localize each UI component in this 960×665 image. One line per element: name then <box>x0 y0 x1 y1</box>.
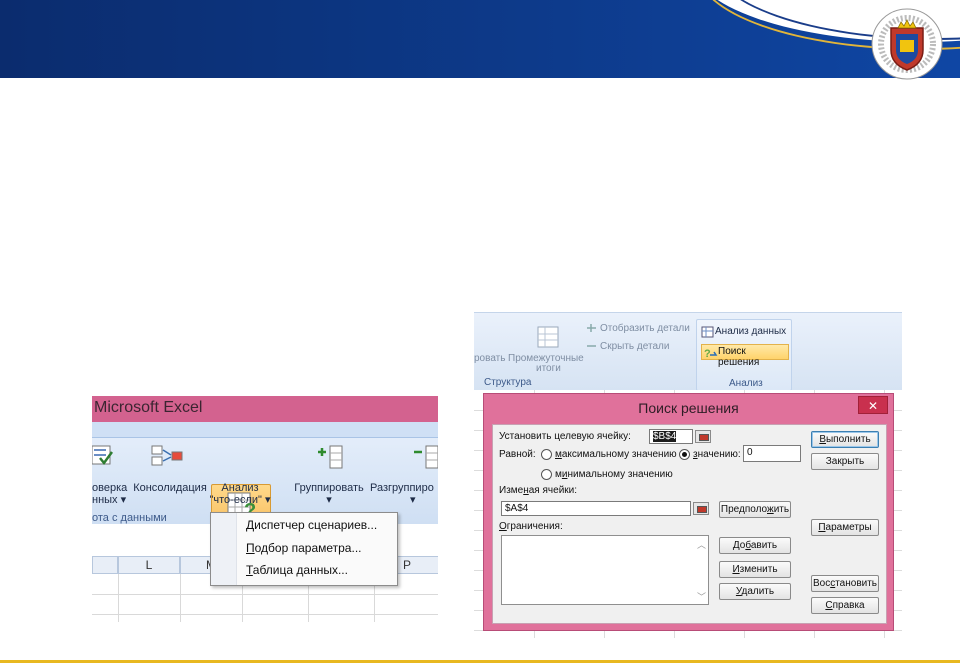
group-arrow: ▾ <box>326 494 332 506</box>
scroll-up-icon[interactable]: ︿ <box>697 538 706 551</box>
consolidation-icon <box>151 445 183 466</box>
dialog-close-button[interactable]: ✕ <box>858 396 888 414</box>
data-validation-icon <box>92 445 114 466</box>
max-radio-label[interactable]: максимальному значению <box>555 449 677 460</box>
target-ref-button[interactable] <box>695 430 711 443</box>
solver-ribbon-screenshot: Отобразить детали Скрыть детали ровать П… <box>474 312 902 390</box>
max-radio[interactable] <box>541 449 552 460</box>
university-emblem-icon <box>871 8 943 80</box>
reset-all-button[interactable]: Восстановить <box>811 575 879 592</box>
hide-details-button[interactable]: Скрыть детали <box>600 341 669 352</box>
target-cell-value: $B$4 <box>653 431 677 442</box>
group-icon <box>318 445 343 469</box>
what-if-label: Анализ <box>221 482 259 494</box>
what-if-dropdown-menu: Диспетчер сценариев... Подбор параметра.… <box>210 512 398 586</box>
solver-icon: ? <box>704 348 718 359</box>
analysis-caption: Анализ <box>729 378 763 389</box>
ribbon-tabs-strip <box>92 422 438 438</box>
excel-ribbon-screenshot: Microsoft Excel ? оверка нных ▾ Консолид… <box>92 396 438 622</box>
hide-details-icon <box>587 345 596 347</box>
menu-item-scenario-manager[interactable]: Диспетчер сценариев... <box>246 518 377 532</box>
change-constraint-button[interactable]: Изменить <box>719 561 791 578</box>
changing-ref-button[interactable] <box>693 502 709 515</box>
footer-line <box>0 660 960 663</box>
run-button[interactable]: Выполнить <box>811 431 879 448</box>
solver-dialog: Поиск решения ✕ Установить целевую ячейк… <box>483 393 894 631</box>
group-caption: ота с данными <box>92 512 167 524</box>
value-radio[interactable] <box>679 449 690 460</box>
ungroup-icon <box>414 445 438 469</box>
help-button[interactable]: Справка <box>811 597 879 614</box>
subtotals-icon <box>537 326 559 348</box>
show-details-icon <box>587 324 596 332</box>
ungroup-label: Разгруппиро <box>370 482 434 494</box>
group-partial-label: ровать <box>474 353 506 364</box>
column-header-blank <box>92 556 118 574</box>
value-input[interactable]: 0 <box>743 445 801 462</box>
changing-cells-input[interactable]: $A$4 <box>501 501 691 516</box>
constraints-list[interactable]: ︿ ﹀ <box>501 535 709 605</box>
structure-caption: Структура <box>484 377 532 388</box>
group-label: Группировать <box>294 482 364 494</box>
equal-label: Равной: <box>499 449 536 460</box>
data-validation-label-2: нных ▾ <box>92 494 127 506</box>
dialog-title: Поиск решения <box>638 400 739 416</box>
target-cell-label: Установить целевую ячейку: <box>499 431 631 442</box>
menu-item-goal-seek[interactable]: Подбор параметра... <box>246 541 361 555</box>
dialog-body: Установить целевую ячейку: $B$4 Равной: … <box>492 424 887 624</box>
subtotals-label-2: итоги <box>536 363 561 374</box>
data-analysis-icon <box>701 326 714 338</box>
delete-constraint-button[interactable]: Удалить <box>719 583 791 600</box>
scroll-down-icon[interactable]: ﹀ <box>697 590 706 603</box>
constraints-label: Ограничения: <box>499 521 563 532</box>
consolidation-label: Консолидация <box>133 482 207 494</box>
ungroup-button[interactable]: Разгруппиро ▾ <box>370 482 438 506</box>
menu-item-data-table[interactable]: Таблица данных... <box>246 563 348 577</box>
consolidation-button[interactable]: Консолидация <box>130 482 210 494</box>
what-if-label-2: "что-если" ▾ <box>209 494 271 506</box>
min-radio[interactable] <box>541 469 552 480</box>
add-constraint-button[interactable]: Добавить <box>719 537 791 554</box>
guess-button[interactable]: Предположить <box>719 501 791 518</box>
window-title: Microsoft Excel <box>92 396 438 422</box>
ungroup-arrow: ▾ <box>410 494 416 506</box>
show-details-button[interactable]: Отобразить детали <box>600 323 690 334</box>
column-header-L[interactable]: L <box>118 556 180 574</box>
data-analysis-button[interactable]: Анализ данных <box>715 326 786 337</box>
options-button[interactable]: Параметры <box>811 519 879 536</box>
what-if-label-block: Анализ "что-если" ▾ <box>208 482 272 506</box>
close-button[interactable]: Закрыть <box>811 453 879 470</box>
value-radio-label[interactable]: значению: <box>693 449 741 460</box>
svg-text:?: ? <box>704 348 711 359</box>
min-radio-label[interactable]: минимальному значению <box>555 469 673 480</box>
target-cell-input[interactable]: $B$4 <box>649 429 693 444</box>
group-button[interactable]: Группировать ▾ <box>288 482 370 506</box>
solver-label: Поиск решения <box>718 346 760 368</box>
analysis-group: Анализ данных ? Поиск решения Анализ <box>696 319 792 390</box>
solver-button[interactable]: ? Поиск решения <box>701 344 789 368</box>
changing-cells-label: Изменая ячейки: <box>499 485 578 496</box>
slide: Microsoft Excel ? оверка нных ▾ Консолид… <box>0 0 960 665</box>
